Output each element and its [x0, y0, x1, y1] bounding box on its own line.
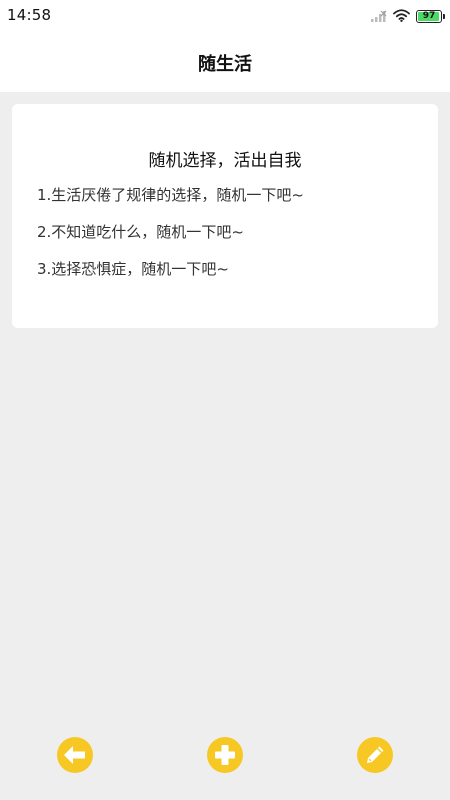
list-item: 2.不知道吃什么，随机一下吧~ — [37, 223, 244, 241]
signal-icon — [371, 7, 387, 26]
feature-list: 1.生活厌倦了规律的选择，随机一下吧~ 2.不知道吃什么，随机一下吧~ 3.选择… — [37, 184, 304, 295]
plus-icon — [214, 744, 236, 766]
battery-level: 97 — [422, 10, 436, 21]
list-item: 3.选择恐惧症，随机一下吧~ — [37, 260, 229, 278]
status-icons: 97 — [371, 7, 445, 26]
wifi-icon — [393, 7, 410, 26]
battery-icon: 97 — [416, 9, 445, 23]
add-button[interactable] — [207, 737, 243, 773]
back-button[interactable] — [57, 737, 93, 773]
edit-button[interactable] — [357, 737, 393, 773]
page-title: 随生活 — [198, 54, 252, 75]
status-bar: 14:58 97 — [0, 0, 450, 34]
back-arrow-icon — [63, 744, 87, 766]
pencil-icon — [364, 744, 386, 766]
intro-card: 随机选择，活出自我 1.生活厌倦了规律的选择，随机一下吧~ 2.不知道吃什么，随… — [12, 104, 438, 328]
bottom-toolbar — [0, 737, 450, 777]
list-item: 1.生活厌倦了规律的选择，随机一下吧~ — [37, 186, 304, 204]
app-bar: 随生活 — [0, 34, 450, 92]
card-heading: 随机选择，活出自我 — [148, 151, 302, 171]
status-time: 14:58 — [7, 6, 52, 24]
